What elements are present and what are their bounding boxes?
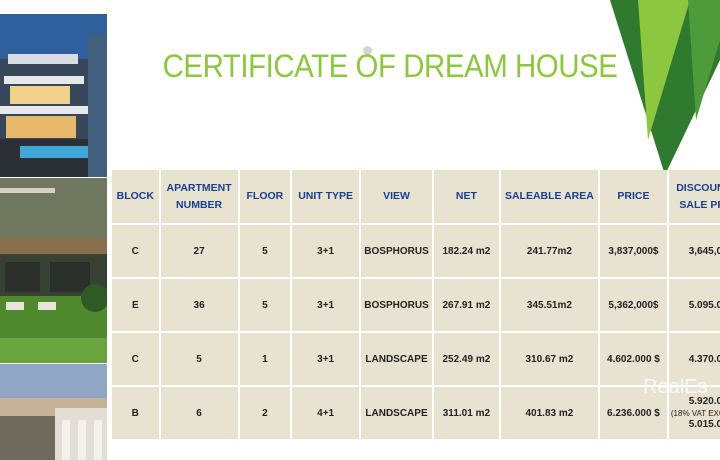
- cell-unit-type: 3+1: [292, 225, 360, 277]
- cell-apartment-number: 27: [160, 225, 238, 277]
- cell-net: 311.01 m2: [433, 387, 499, 439]
- vat-note: (18% VAT EXCLUDED): [670, 409, 720, 418]
- table-row: E 36 5 3+1 BOSPHORUS 267.91 m2 345.51m2 …: [112, 279, 720, 331]
- cell-apartment-number: 5: [160, 333, 238, 385]
- green-accent-shape: [610, 0, 720, 175]
- col-header-price: PRICE: [600, 170, 667, 223]
- discounted-price-value-alt: 5.015.000: [688, 419, 720, 430]
- col-header-block: BLOCK: [112, 170, 159, 223]
- cell-floor: 2: [239, 387, 291, 439]
- cell-price: 5,362,000$: [600, 279, 667, 331]
- cell-net: 252.49 m2: [433, 333, 499, 385]
- cell-floor: 5: [239, 279, 291, 331]
- price-table-container: BLOCK APARTMENT NUMBER FLOOR UNIT TYPE V…: [110, 168, 720, 460]
- cell-discounted-price: 3,645,000: [668, 225, 720, 277]
- garden-terrace-photo: [0, 178, 107, 363]
- cell-floor: 1: [239, 333, 291, 385]
- col-header-floor: FLOOR: [239, 170, 291, 223]
- cell-view: LANDSCAPE: [361, 333, 432, 385]
- table-row: C 5 1 3+1 LANDSCAPE 252.49 m2 310.67 m2 …: [112, 333, 720, 385]
- col-header-apartment-number: APARTMENT NUMBER: [160, 170, 238, 223]
- cell-unit-type: 3+1: [292, 279, 360, 331]
- cell-saleable-area: 310.67 m2: [500, 333, 599, 385]
- cell-view: BOSPHORUS: [361, 225, 432, 277]
- cell-price: 3,837,000$: [600, 225, 667, 277]
- cell-net: 267.91 m2: [433, 279, 499, 331]
- cell-block: E: [112, 279, 159, 331]
- cell-view: LANDSCAPE: [361, 387, 432, 439]
- cell-view: BOSPHORUS: [361, 279, 432, 331]
- cell-apartment-number: 6: [160, 387, 238, 439]
- cell-net: 182.24 m2: [433, 225, 499, 277]
- col-header-saleable-area: SALEABLE AREA: [500, 170, 599, 223]
- cell-saleable-area: 345.51m2: [500, 279, 599, 331]
- price-table: BLOCK APARTMENT NUMBER FLOOR UNIT TYPE V…: [110, 168, 720, 441]
- cell-unit-type: 3+1: [292, 333, 360, 385]
- cell-unit-type: 4+1: [292, 387, 360, 439]
- table-header-row: BLOCK APARTMENT NUMBER FLOOR UNIT TYPE V…: [112, 170, 720, 223]
- cell-saleable-area: 401.83 m2: [500, 387, 599, 439]
- cell-saleable-area: 241.77m2: [500, 225, 599, 277]
- cell-apartment-number: 36: [160, 279, 238, 331]
- cell-block: B: [112, 387, 159, 439]
- photo-strip: [0, 0, 107, 460]
- col-header-net: NET: [433, 170, 499, 223]
- watermark: RealEs: [643, 376, 708, 398]
- cell-block: C: [112, 333, 159, 385]
- page-title: CERTIFICATE OF DREAM HOUSE: [162, 48, 618, 84]
- table-row: B 6 2 4+1 LANDSCAPE 311.01 m2 401.83 m2 …: [112, 387, 720, 439]
- cell-discounted-price: 5.095.000: [668, 279, 720, 331]
- city-skyline-photo: [0, 364, 107, 460]
- col-header-unit-type: UNIT TYPE: [292, 170, 360, 223]
- villa-exterior-photo: [0, 14, 107, 177]
- cell-floor: 5: [239, 225, 291, 277]
- col-header-view: VIEW: [361, 170, 432, 223]
- table-row: C 27 5 3+1 BOSPHORUS 182.24 m2 241.77m2 …: [112, 225, 720, 277]
- col-header-discounted-sale-price: DISCOUNTED SALE PRICE: [668, 170, 720, 223]
- cell-block: C: [112, 225, 159, 277]
